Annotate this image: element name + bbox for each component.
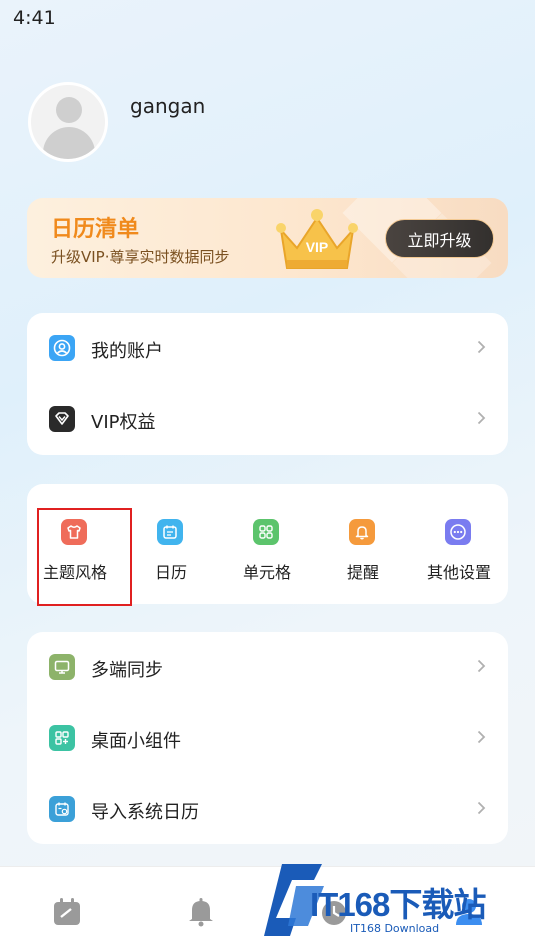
watermark: IT168下载站 IT168 Download bbox=[262, 856, 530, 946]
status-bar: 4:41 bbox=[0, 0, 535, 36]
username[interactable]: gangan bbox=[130, 94, 205, 118]
grid-item-label: 单元格 bbox=[242, 563, 291, 582]
bell-tab-icon[interactable] bbox=[187, 897, 215, 927]
upgrade-button[interactable]: 立即升级 bbox=[385, 219, 494, 258]
vip-banner-title: 日历清单 bbox=[51, 217, 140, 242]
crown-icon: VIP bbox=[276, 209, 358, 269]
bell-icon bbox=[349, 519, 375, 545]
menu-item-import-calendar[interactable]: 导入系统日历 bbox=[27, 774, 508, 845]
grid-item-label: 日历 bbox=[154, 563, 187, 582]
watermark-text: IT168下载站 bbox=[310, 886, 486, 923]
avatar-body bbox=[43, 127, 95, 159]
widget-icon bbox=[49, 725, 75, 751]
vip-banner[interactable]: 日历清单 升级VIP·尊享实时数据同步 VIP 立即升级 bbox=[27, 198, 508, 278]
chevron-right-icon bbox=[477, 411, 486, 425]
menu-item-vip-benefits[interactable]: VIP权益 bbox=[27, 384, 508, 455]
menu-item-my-account[interactable]: 我的账户 bbox=[27, 313, 508, 384]
more-icon bbox=[445, 519, 471, 545]
menu-item-multi-sync[interactable]: 多端同步 bbox=[27, 632, 508, 703]
grid-item-calendar[interactable]: 日历 bbox=[123, 484, 219, 604]
grid-item-label: 提醒 bbox=[346, 563, 379, 582]
vip-banner-subtitle: 升级VIP·尊享实时数据同步 bbox=[51, 248, 230, 266]
grid-icon bbox=[253, 519, 279, 545]
sync-card: 多端同步 桌面小组件 导入系统日历 bbox=[27, 632, 508, 844]
account-icon bbox=[49, 335, 75, 361]
grid-item-cell[interactable]: 单元格 bbox=[219, 484, 315, 604]
crown-badge-text: VIP bbox=[306, 239, 329, 255]
chevron-right-icon bbox=[477, 340, 486, 354]
menu-item-label: VIP权益 bbox=[91, 412, 156, 433]
menu-item-label: 桌面小组件 bbox=[91, 731, 181, 752]
highlight-box bbox=[37, 508, 132, 606]
diamond-icon bbox=[49, 406, 75, 432]
status-time: 4:41 bbox=[13, 7, 56, 29]
calendar-icon bbox=[157, 519, 183, 545]
monitor-icon bbox=[49, 654, 75, 680]
chevron-right-icon bbox=[477, 659, 486, 673]
avatar[interactable] bbox=[28, 82, 108, 162]
menu-item-label: 导入系统日历 bbox=[91, 802, 199, 823]
chevron-right-icon bbox=[477, 801, 486, 815]
watermark-subtext: IT168 Download bbox=[350, 922, 440, 935]
menu-item-desktop-widget[interactable]: 桌面小组件 bbox=[27, 703, 508, 774]
menu-item-label: 多端同步 bbox=[91, 660, 163, 681]
menu-item-label: 我的账户 bbox=[91, 341, 163, 362]
grid-item-reminder[interactable]: 提醒 bbox=[315, 484, 411, 604]
import-calendar-icon bbox=[49, 796, 75, 822]
grid-item-other-settings[interactable]: 其他设置 bbox=[411, 484, 507, 604]
calendar-tab-icon[interactable] bbox=[53, 897, 81, 927]
chevron-right-icon bbox=[477, 730, 486, 744]
grid-item-label: 其他设置 bbox=[426, 563, 491, 582]
avatar-head bbox=[56, 97, 82, 123]
account-card: 我的账户 VIP权益 bbox=[27, 313, 508, 455]
